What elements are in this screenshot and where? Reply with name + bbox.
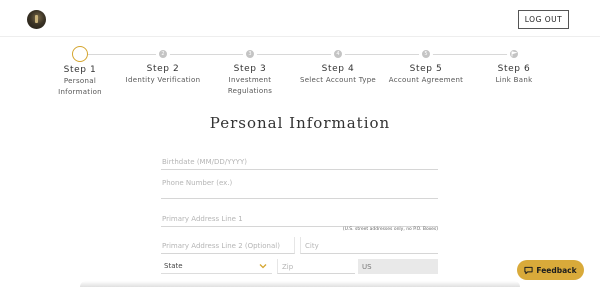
step-3: 3 Step 3 Investment Regulations	[205, 46, 295, 97]
step-5-title: Step 5	[409, 64, 443, 74]
address-line1-field[interactable]: Primary Address Line 1	[161, 210, 438, 227]
header-divider	[0, 36, 600, 37]
address-line2-placeholder: Primary Address Line 2 (Optional)	[162, 242, 280, 250]
country-field: US	[358, 259, 438, 274]
zip-field[interactable]: Zip	[277, 259, 355, 274]
step-4-number: 4	[336, 50, 340, 57]
step-4-subtitle: Select Account Type	[299, 76, 377, 84]
step-6-title: Step 6	[497, 64, 531, 74]
feedback-label: Feedback	[536, 265, 577, 275]
step-5-subtitle: Account Agreement	[388, 76, 464, 84]
step-1-active-icon	[72, 46, 88, 62]
phone-placeholder: Phone Number (ex.)	[162, 179, 233, 187]
step-1-title: Step 1	[63, 65, 97, 75]
bottom-shadow	[80, 281, 520, 287]
page-title: Personal Information	[209, 114, 391, 132]
step-4: 4 Step 4 Select Account Type	[293, 46, 383, 86]
zip-placeholder: Zip	[282, 263, 294, 271]
step-3-title: Step 3	[233, 64, 267, 74]
step-1: Step 1 Personal Information	[35, 46, 125, 98]
step-4-number-icon: 4	[331, 47, 345, 61]
step-1-subtitle-line2: Information	[58, 88, 102, 96]
step-2-number: 2	[161, 50, 165, 57]
step-2-title: Step 2	[146, 64, 180, 74]
step-3-number-icon: 3	[243, 47, 257, 61]
logout-button[interactable]: LOG OUT	[518, 10, 569, 29]
step-2-subtitle: Identity Verification	[125, 76, 201, 84]
avatar[interactable]	[27, 10, 46, 29]
birthdate-field[interactable]: Birthdate (MM/DD/YYYY)	[161, 153, 438, 170]
birthdate-placeholder: Birthdate (MM/DD/YYYY)	[162, 158, 247, 166]
chevron-down-icon	[259, 264, 267, 269]
state-select[interactable]: State	[161, 259, 272, 274]
address-line2-field[interactable]: Primary Address Line 2 (Optional)	[161, 237, 295, 254]
step-5-number-icon: 5	[419, 47, 433, 61]
address-note: (U.S. street addresses only, no P.O. Box…	[342, 227, 438, 232]
address-line1-placeholder: Primary Address Line 1	[162, 215, 243, 223]
step-5: 5 Step 5 Account Agreement	[381, 46, 471, 86]
step-3-subtitle-line2: Regulations	[227, 87, 273, 95]
city-field[interactable]: City	[300, 237, 438, 254]
flag-icon	[507, 47, 521, 61]
state-select-value: State	[164, 262, 183, 270]
top-bar: LOG OUT	[0, 0, 600, 36]
step-2-number-icon: 2	[156, 47, 170, 61]
step-1-subtitle: Personal	[63, 77, 97, 85]
step-5-number: 5	[424, 50, 428, 57]
step-4-title: Step 4	[321, 64, 355, 74]
feedback-button[interactable]: Feedback	[517, 260, 584, 280]
chat-bubble-icon	[524, 266, 533, 274]
country-value: US	[362, 263, 372, 271]
step-2: 2 Step 2 Identity Verification	[118, 46, 208, 86]
city-placeholder: City	[305, 242, 319, 250]
step-6: Step 6 Link Bank	[469, 46, 559, 86]
phone-field[interactable]: Phone Number (ex.)	[161, 176, 438, 199]
step-3-subtitle: Investment	[228, 76, 272, 84]
step-6-subtitle: Link Bank	[495, 76, 533, 84]
step-3-number: 3	[248, 50, 252, 57]
